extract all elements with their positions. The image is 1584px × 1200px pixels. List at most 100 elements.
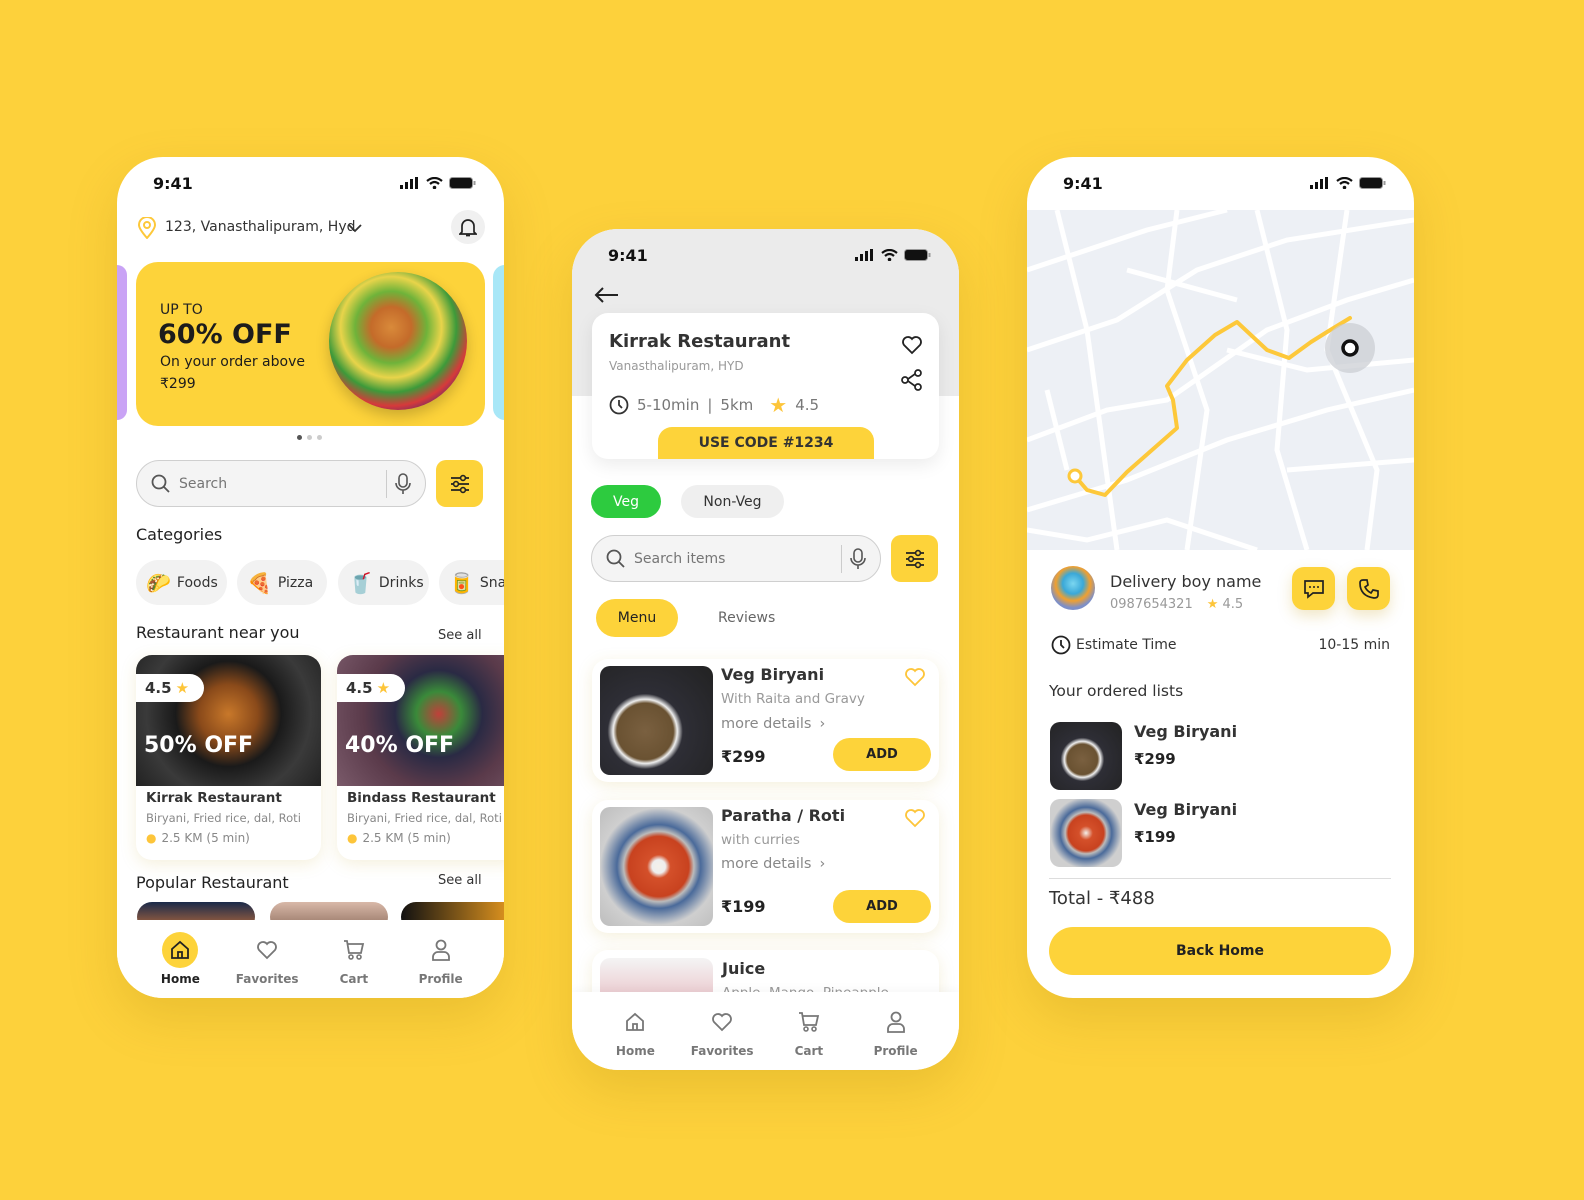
coupon-code-button[interactable]: USE CODE #1234 [658,427,874,459]
banner-line1: UP TO [160,302,203,318]
banner-prev-peek[interactable] [117,265,127,420]
search-items-input[interactable] [634,550,833,567]
nonveg-filter-chip[interactable]: Non-Veg [681,485,784,518]
restaurant-card[interactable]: 4.5 ★ 50% OFF Kirrak Restaurant Biryani, … [136,655,321,860]
heart-icon[interactable] [904,667,926,687]
restaurant-name: Kirrak Restaurant [146,790,282,806]
offer-text: 40% OFF [345,733,455,758]
tab-reviews[interactable]: Reviews [718,610,775,626]
restaurant-meta: 5-10min | 5km ★ 4.5 [609,393,819,417]
category-foods[interactable]: 🌮 Foods [136,560,227,605]
category-label: Sna [479,574,504,591]
call-button[interactable] [1347,567,1390,610]
chat-button[interactable] [1292,567,1335,610]
share-icon[interactable] [901,369,923,391]
salad-bowl-image [329,272,467,410]
distance: 5km [720,396,754,414]
destination-marker [1341,339,1359,357]
filter-button[interactable] [891,535,938,582]
banner-line2: On your order above [160,354,305,370]
chevron-right-icon: › [819,856,826,872]
status-time: 9:41 [608,246,648,265]
order-total: Total - ₹488 [1049,888,1155,909]
microphone-icon[interactable] [395,472,411,495]
item-description: with curries [721,832,800,848]
nav-home[interactable]: Home [600,1004,670,1058]
near-title: Restaurant near you [136,623,300,642]
status-icons [400,177,476,189]
heart-icon[interactable] [901,335,923,355]
rating: 4.5 [795,396,820,414]
nav-favorites[interactable]: Favorites [687,1004,757,1058]
add-button[interactable]: ADD [833,890,931,923]
home-icon [617,1004,653,1040]
divider [386,469,387,498]
promo-banner[interactable]: UP TO 60% OFF On your order above ₹299 [136,262,485,426]
driver-info: 0987654321 ★ 4.5 [1110,597,1243,612]
restaurant-distance: ● 2.5 KM (5 min) [347,831,451,845]
order-item-name: Veg Biryani [1134,800,1238,819]
rating-badge: 4.5 ★ [337,674,405,702]
filter-button[interactable] [436,460,483,507]
notification-button[interactable] [451,210,485,244]
profile-icon [878,1004,914,1040]
estimate-label: Estimate Time [1051,635,1177,655]
delivery-time: 5-10min [637,396,700,414]
category-drinks[interactable]: 🥤 Drinks [338,560,429,605]
banner-amount: ₹299 [160,376,196,392]
item-description: With Raita and Gravy [721,691,865,707]
home-icon [162,932,199,968]
category-label: Foods [176,574,218,591]
status-time: 9:41 [153,174,193,193]
heart-icon[interactable] [904,808,926,828]
nav-profile[interactable]: Profile [861,1004,931,1058]
nav-profile[interactable]: Profile [406,932,476,986]
pagination-dot[interactable] [307,435,312,440]
restaurant-name: Bindass Restaurant [347,790,496,806]
veg-biryani-image [600,666,713,775]
restaurant-card[interactable]: 4.5 ★ 40% OFF Bindass Restaurant Biryani,… [337,655,504,860]
battery-icon [904,249,931,261]
ordered-title: Your ordered lists [1049,682,1184,700]
chevron-right-icon: › [819,716,826,732]
category-pizza[interactable]: 🍕 Pizza [237,560,327,605]
pagination-dot-active[interactable] [297,435,302,440]
battery-icon [449,177,476,189]
location-pin-icon [137,217,157,239]
more-details-link[interactable]: more details › [721,856,825,872]
category-snacks[interactable]: 🥫 Sna [439,560,504,605]
nav-cart[interactable]: Cart [319,932,389,986]
veg-filter-chip[interactable]: Veg [591,485,661,518]
nav-favorites[interactable]: Favorites [232,932,302,986]
order-item-price: ₹199 [1134,828,1176,846]
search-input[interactable] [179,475,378,492]
back-home-button[interactable]: Back Home [1049,927,1391,975]
nav-home[interactable]: Home [145,932,215,986]
back-arrow-icon[interactable] [594,286,620,304]
popular-see-all-link[interactable]: See all [438,873,482,888]
add-button[interactable]: ADD [833,738,931,771]
item-price: ₹299 [721,747,766,766]
offer-text: 50% OFF [144,733,254,758]
categories-title: Categories [136,525,223,544]
banner-next-peek[interactable] [493,265,504,420]
paratha-image [600,807,713,926]
nav-cart[interactable]: Cart [774,1004,844,1058]
star-icon: ★ [376,679,391,697]
location-text[interactable]: 123, Vanasthalipuram, Hyd [165,219,356,235]
menu-item-card: Paratha / Roti with curries more details… [592,800,939,933]
tab-menu[interactable]: Menu [596,599,678,637]
order-item-price: ₹299 [1134,750,1176,768]
microphone-icon[interactable] [850,547,866,570]
restaurant-cuisine: Biryani, Fried rice, dal, Roti [146,811,301,825]
chevron-down-icon[interactable] [347,223,363,233]
order-item-name: Veg Biryani [1134,722,1238,741]
delivery-map[interactable] [1027,210,1414,550]
wifi-icon [426,177,443,189]
clock-icon [1051,635,1071,655]
more-details-link[interactable]: more details › [721,716,825,732]
pagination-dot[interactable] [317,435,322,440]
near-see-all-link[interactable]: See all [438,628,482,643]
phone-icon [1358,578,1379,599]
snack-icon: 🥫 [449,570,474,595]
